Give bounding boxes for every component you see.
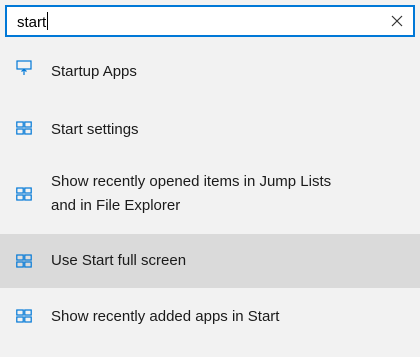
settings-panel-icon <box>16 121 32 135</box>
result-label-line-2: and in File Explorer <box>51 197 181 214</box>
result-use-start-full-screen[interactable]: Use Start full screen <box>0 234 420 288</box>
result-label: Startup Apps <box>51 63 137 80</box>
clear-search-button[interactable] <box>387 11 407 31</box>
text-caret <box>47 12 49 30</box>
search-query[interactable]: start <box>17 12 49 33</box>
close-icon <box>391 15 403 27</box>
settings-panel-icon <box>16 187 32 201</box>
search-input[interactable]: start <box>5 5 415 37</box>
result-label: Use Start full screen <box>51 252 187 269</box>
settings-panel-icon <box>16 254 32 268</box>
search-flyout: start Startup Apps Start settings Show r… <box>0 0 420 357</box>
result-startup-apps[interactable]: Startup Apps <box>0 42 420 100</box>
result-start-settings[interactable]: Start settings <box>0 100 420 156</box>
result-label: Show recently added apps in Start <box>51 308 280 325</box>
result-label-line-1: Show recently opened items in Jump Lists <box>51 173 332 190</box>
result-recently-added-apps[interactable]: Show recently added apps in Start <box>0 288 420 344</box>
result-label: Start settings <box>51 121 139 138</box>
result-jump-lists[interactable]: Show recently opened items in Jump Lists… <box>0 156 420 232</box>
monitor-upload-icon <box>16 60 32 75</box>
settings-panel-icon <box>16 309 32 323</box>
